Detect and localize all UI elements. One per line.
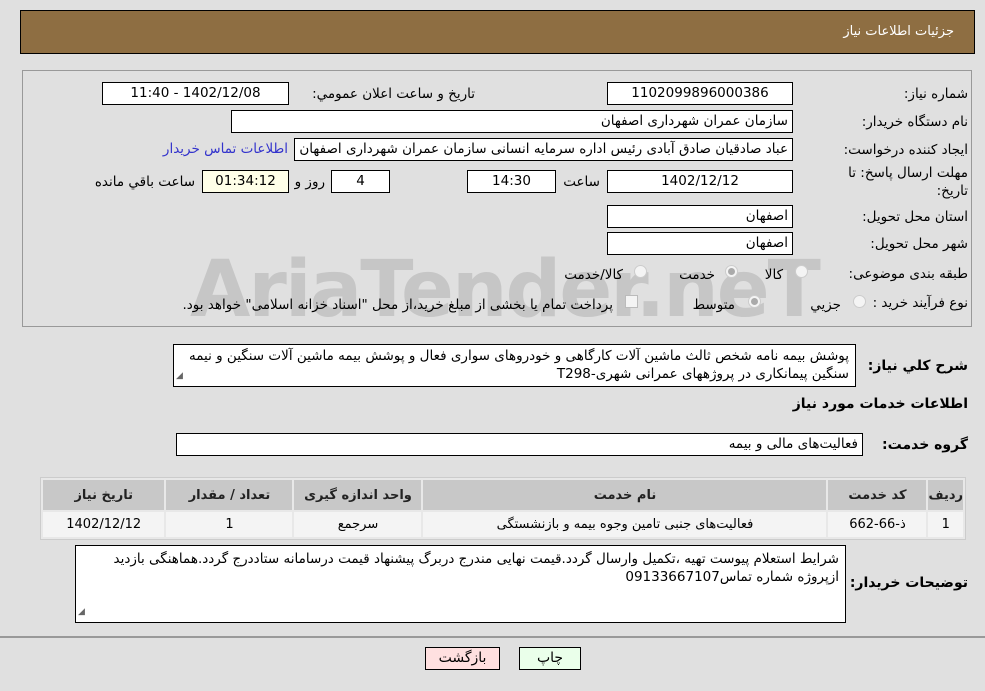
process-radio-medium[interactable] <box>748 295 761 308</box>
announce-field[interactable]: 1402/12/08 - 11:40 <box>102 82 289 105</box>
resize-grip-icon[interactable]: ◢ <box>176 367 183 385</box>
creator-label: ایجاد کننده درخواست: <box>843 142 968 158</box>
buyer-contact-link[interactable]: اطلاعات تماس خریدار <box>163 141 288 157</box>
buyer-org-field[interactable]: سازمان عمران شهرداری اصفهان <box>231 110 793 133</box>
col-date: تاریخ نیاز <box>43 480 165 510</box>
need-number-field[interactable]: 1102099896000386 <box>607 82 793 105</box>
deadline-label: مهلت ارسال پاسخ: تا تاریخ: <box>848 165 968 199</box>
category-label: طبقه بندی موضوعی: <box>848 266 968 282</box>
category-option-goods: کالا <box>764 267 783 283</box>
time-label: ساعت <box>563 174 600 190</box>
print-button[interactable]: چاپ <box>519 647 581 670</box>
description-label: شرح کلي نیاز: <box>867 358 968 374</box>
process-option-medium: متوسط <box>692 297 735 313</box>
category-option-service: خدمت <box>679 267 715 283</box>
service-group-field[interactable]: فعالیت‌های مالی و بیمه <box>176 433 863 456</box>
category-radio-goods-service[interactable] <box>634 265 647 278</box>
need-number-label: شماره نیاز: <box>903 86 968 102</box>
col-code: کد خدمت <box>828 480 927 510</box>
days-field[interactable]: 4 <box>331 170 390 193</box>
remaining-time-field: 01:34:12 <box>202 170 289 193</box>
announce-label: تاریخ و ساعت اعلان عمومي: <box>312 86 475 102</box>
description-text: پوشش بیمه نامه شخص ثالث ماشین آلات کارگا… <box>188 348 849 382</box>
cell-code: ذ-66-662 <box>828 512 927 537</box>
table-row: 1 ذ-66-662 فعالیت‌های جنبی تامین وجوه بی… <box>43 512 963 537</box>
process-radio-minor[interactable] <box>853 295 866 308</box>
category-radio-service[interactable] <box>725 265 738 278</box>
page-header: جزئیات اطلاعات نیاز <box>20 10 975 54</box>
service-group-label: گروه خدمت: <box>882 437 968 453</box>
process-option-minor: جزیي <box>810 297 841 313</box>
province-label: استان محل تحویل: <box>862 209 968 225</box>
cell-unit: سرجمع <box>294 512 422 537</box>
payment-note: پرداخت تمام یا بخشی از مبلغ خرید،از محل … <box>182 297 613 313</box>
page-title: جزئیات اطلاعات نیاز <box>843 24 954 39</box>
days-label: روز و <box>294 174 325 190</box>
cell-qty: 1 <box>166 512 293 537</box>
notes-label: توضیحات خریدار: <box>849 575 968 591</box>
cell-row: 1 <box>928 512 963 537</box>
resize-grip-icon[interactable]: ◢ <box>78 603 85 621</box>
col-row: ردیف <box>928 480 963 510</box>
category-option-goods-service: کالا/خدمت <box>564 267 623 283</box>
col-name: نام خدمت <box>423 480 827 510</box>
services-table: ردیف کد خدمت نام خدمت واحد اندازه گیری ت… <box>40 477 966 540</box>
deadline-time-field[interactable]: 14:30 <box>467 170 556 193</box>
table-header-row: ردیف کد خدمت نام خدمت واحد اندازه گیری ت… <box>43 480 963 510</box>
city-label: شهر محل تحویل: <box>870 236 968 252</box>
category-radio-goods[interactable] <box>795 265 808 278</box>
col-qty: تعداد / مقدار <box>166 480 293 510</box>
cell-name: فعالیت‌های جنبی تامین وجوه بیمه و بازنشس… <box>423 512 827 537</box>
treasury-checkbox[interactable] <box>625 295 638 308</box>
process-label: نوع فرآیند خرید : <box>872 295 968 311</box>
buyer-org-label: نام دستگاه خریدار: <box>861 114 968 130</box>
city-field[interactable]: اصفهان <box>607 232 793 255</box>
creator-field[interactable]: عباد صادقیان صادق آبادی رئیس اداره سرمای… <box>294 138 793 161</box>
notes-textarea[interactable]: شرایط استعلام پیوست تهیه ،تکمیل وارسال گ… <box>75 545 846 623</box>
deadline-date-field[interactable]: 1402/12/12 <box>607 170 793 193</box>
cell-date: 1402/12/12 <box>43 512 165 537</box>
services-section-title: اطلاعات خدمات مورد نیاز <box>792 396 968 412</box>
watermark-logo: AriaTender.neT <box>190 245 821 335</box>
notes-text: شرایط استعلام پیوست تهیه ،تکمیل وارسال گ… <box>113 551 839 585</box>
province-field[interactable]: اصفهان <box>607 205 793 228</box>
back-button[interactable]: بازگشت <box>425 647 500 670</box>
col-unit: واحد اندازه گیری <box>294 480 422 510</box>
divider <box>0 636 985 638</box>
remaining-label: ساعت باقي مانده <box>94 174 195 190</box>
description-textarea[interactable]: پوشش بیمه نامه شخص ثالث ماشین آلات کارگا… <box>173 344 856 387</box>
